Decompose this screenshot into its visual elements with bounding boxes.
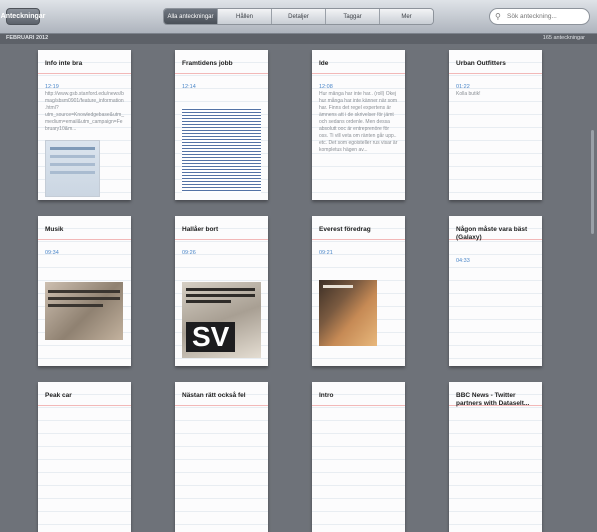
note-count: 165 anteckningar	[542, 35, 585, 41]
note-card[interactable]: Urban Outfitters 01:22 Kolla butik!	[449, 50, 542, 200]
note-thumbnail	[45, 282, 123, 340]
note-title: Peak car	[45, 392, 72, 399]
note-card[interactable]: Hallåer bort 09:26 SV	[175, 216, 268, 366]
note-body: http://www.gsb.stanford.edu/news/bmag/sb…	[45, 91, 125, 132]
search-box[interactable]: ⚲	[489, 8, 590, 25]
note-title: Musik	[45, 226, 64, 233]
note-time: 09:34	[45, 250, 59, 256]
month-label: FEBRUARI 2012	[6, 35, 49, 41]
note-card[interactable]: Info inte bra 12:19 http://www.gsb.stanf…	[38, 50, 131, 200]
note-card[interactable]: Framtidens jobb 12:14	[175, 50, 268, 200]
search-input[interactable]	[505, 12, 589, 21]
note-card[interactable]: Ide 12:08 Hur många har inte har.. (roll…	[312, 50, 405, 200]
scrollbar[interactable]	[591, 130, 594, 234]
note-title: Intro	[319, 392, 334, 399]
note-card[interactable]: Everest föredrag 09:21	[312, 216, 405, 366]
tab-tags[interactable]: Taggar	[326, 9, 380, 24]
tab-all-notes[interactable]: Alla anteckningar	[164, 9, 218, 24]
note-time: 09:21	[319, 250, 333, 256]
note-card[interactable]: Någon måste vara bäst (Galaxy) 04:33	[449, 216, 542, 366]
notes-grid: Info inte bra 12:19 http://www.gsb.stanf…	[0, 44, 597, 532]
note-time: 12:08	[319, 84, 333, 90]
note-body: Kolla butik!	[456, 91, 481, 97]
note-title: Ide	[319, 60, 329, 67]
view-tabs: Alla anteckningar Hållen Detaljer Taggar…	[163, 8, 434, 25]
note-time: 04:33	[456, 258, 470, 264]
note-title: Framtidens jobb	[182, 60, 233, 67]
note-card[interactable]: Nästan rätt också fel	[175, 382, 268, 532]
top-toolbar: Anteckningar Alla anteckningar Hållen De…	[0, 0, 597, 34]
note-title: Urban Outfitters	[456, 60, 506, 67]
note-title: Hallåer bort	[182, 226, 219, 233]
newspaper-masthead: SV	[186, 322, 236, 352]
note-time: 12:19	[45, 84, 59, 90]
note-thumbnail	[182, 107, 261, 193]
note-title: BBC News - Twitter partners with Datasel…	[456, 392, 530, 407]
note-time: 12:14	[182, 84, 196, 90]
note-time: 09:26	[182, 250, 196, 256]
note-card[interactable]: BBC News - Twitter partners with Datasel…	[449, 382, 542, 532]
note-title: Nästan rätt också fel	[182, 392, 246, 399]
note-body: Hur många har inte har.. (roll) Ökej hur…	[319, 91, 398, 153]
note-thumbnail: SV	[182, 282, 261, 358]
note-card[interactable]: Peak car	[38, 382, 131, 532]
search-icon: ⚲	[495, 12, 501, 21]
note-thumbnail	[45, 140, 100, 197]
tab-holds[interactable]: Hållen	[218, 9, 272, 24]
note-thumbnail	[319, 280, 377, 346]
date-header: FEBRUARI 2012 165 anteckningar	[0, 34, 597, 44]
tab-details[interactable]: Detaljer	[272, 9, 326, 24]
note-title: Någon måste vara bäst (Galaxy)	[456, 226, 528, 241]
note-title: Everest föredrag	[319, 226, 371, 233]
note-card[interactable]: Intro	[312, 382, 405, 532]
note-time: 01:22	[456, 84, 470, 90]
note-title: Info inte bra	[45, 60, 83, 67]
note-card[interactable]: Musik 09:34	[38, 216, 131, 366]
back-button[interactable]: Anteckningar	[1, 8, 45, 25]
tab-more[interactable]: Mer	[380, 9, 433, 24]
